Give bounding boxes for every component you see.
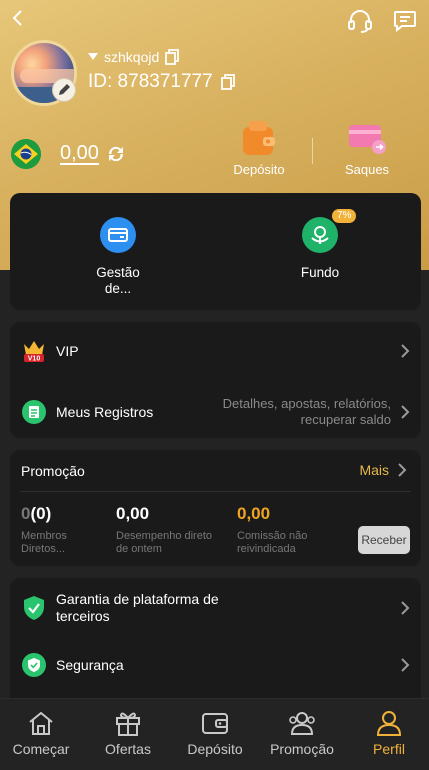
brazil-flag-icon — [11, 139, 41, 169]
balance-amount: 0,00 — [60, 142, 99, 164]
tab-label: Promoção — [270, 741, 334, 757]
chevron-right-icon — [401, 344, 410, 358]
username: szhkqojd — [104, 49, 160, 65]
security-card: Garantia de plataforma de terceiros Segu… — [10, 578, 421, 706]
card-icon — [100, 217, 136, 253]
unclaimed-commission-label: Comissão não reivindicada — [237, 530, 308, 556]
customer-support-button[interactable] — [346, 8, 374, 34]
fund-percent-badge: 7% — [332, 209, 357, 223]
tab-start[interactable]: Começar — [0, 709, 84, 757]
vip-row[interactable]: V10 VIP — [22, 336, 421, 366]
deposit-button[interactable]: Depósito — [219, 118, 299, 177]
user-id-row: ID: 878371777 — [88, 71, 235, 93]
shield-check-icon — [24, 596, 44, 620]
tab-label: Perfil — [373, 741, 405, 757]
account-management-tile[interactable]: Gestão de... — [58, 217, 178, 296]
records-label: Meus Registros — [56, 404, 154, 420]
chevron-right-icon — [401, 601, 410, 615]
withdraw-label: Saques — [344, 162, 390, 177]
refresh-icon — [108, 146, 124, 162]
promotion-card: Promoção Mais 0(0) Membros Diretos... 0,… — [10, 450, 421, 566]
fund-icon — [302, 217, 338, 253]
quick-actions-card: Gestão de... 7% Fundo — [10, 193, 421, 310]
security-shield-icon — [22, 653, 46, 677]
third-party-guarantee-label: Garantia de plataforma de terceiros — [56, 591, 219, 624]
third-party-guarantee-row[interactable]: Garantia de plataforma de terceiros — [22, 590, 421, 626]
bottom-tab-bar: Começar Ofertas Depósito Promoção Perfil — [0, 698, 429, 770]
tab-deposit[interactable]: Depósito — [172, 709, 258, 757]
security-label: Segurança — [56, 657, 124, 673]
card-withdraw-icon — [346, 118, 388, 158]
tab-label: Depósito — [187, 741, 243, 757]
chevron-right-icon — [401, 658, 410, 672]
users-icon — [287, 709, 317, 737]
unclaimed-commission-value: 0,00 — [237, 504, 271, 523]
deposit-label: Depósito — [233, 162, 285, 177]
menu-card: V10 VIP Meus Registros Detalhes, apostas… — [10, 322, 421, 438]
gift-icon — [113, 709, 143, 737]
wallet-icon — [200, 709, 230, 737]
vip-label: VIP — [56, 343, 79, 359]
yesterday-performance-stat: 0,00 Desempenho direto de ontem — [116, 504, 226, 556]
direct-members-label: Membros Diretos... — [21, 530, 67, 556]
records-row[interactable]: Meus Registros Detalhes, apostas, relató… — [22, 392, 421, 432]
tab-promotion[interactable]: Promoção — [259, 709, 345, 757]
yesterday-performance-value: 0,00 — [116, 504, 150, 523]
messages-button[interactable] — [392, 9, 418, 33]
message-icon — [394, 11, 416, 32]
chevron-right-icon — [398, 463, 407, 477]
receive-button[interactable]: Receber — [358, 526, 410, 554]
pencil-icon — [59, 84, 70, 95]
tab-offers[interactable]: Ofertas — [85, 709, 171, 757]
caret-down-icon[interactable] — [88, 53, 98, 61]
vip-level-badge: V10 — [28, 356, 41, 363]
divider — [20, 491, 411, 492]
home-icon — [26, 709, 56, 737]
document-icon — [22, 400, 46, 424]
refresh-balance-button[interactable] — [105, 143, 129, 167]
security-row[interactable]: Segurança — [22, 650, 421, 680]
chevron-left-icon — [12, 10, 22, 26]
user-id: ID: 878371777 — [88, 71, 213, 92]
edit-avatar-button[interactable] — [52, 78, 76, 102]
crown-icon: V10 — [24, 341, 44, 363]
unclaimed-commission-stat: 0,00 Comissão não reivindicada — [237, 504, 347, 556]
tab-label: Ofertas — [105, 741, 151, 757]
headset-icon — [348, 10, 372, 33]
chevron-right-icon — [401, 405, 410, 419]
tab-label: Começar — [12, 741, 70, 757]
tab-profile[interactable]: Perfil — [346, 709, 429, 757]
promotion-title: Promoção — [21, 463, 85, 479]
yesterday-performance-label: Desempenho direto de ontem — [116, 530, 213, 556]
fund-label: Fundo — [300, 265, 340, 280]
direct-members-stat: 0(0) Membros Diretos... — [21, 504, 101, 556]
copy-icon[interactable] — [165, 49, 180, 65]
wallet-icon — [238, 118, 280, 158]
back-button[interactable] — [6, 6, 30, 30]
fund-tile[interactable]: 7% Fundo — [260, 209, 380, 281]
direct-members-value: 0(0) — [21, 504, 52, 523]
account-management-label: Gestão de... — [96, 265, 140, 296]
more-label: Mais — [359, 462, 389, 478]
username-row: szhkqojd — [88, 49, 180, 65]
actions-divider — [312, 138, 313, 164]
promotion-more-link[interactable]: Mais — [359, 462, 407, 478]
withdraw-button[interactable]: Saques — [327, 118, 407, 177]
copy-icon[interactable] — [220, 74, 235, 90]
records-hint: Detalhes, apostas, relatórios, recuperar… — [222, 396, 391, 427]
user-icon — [374, 709, 404, 737]
